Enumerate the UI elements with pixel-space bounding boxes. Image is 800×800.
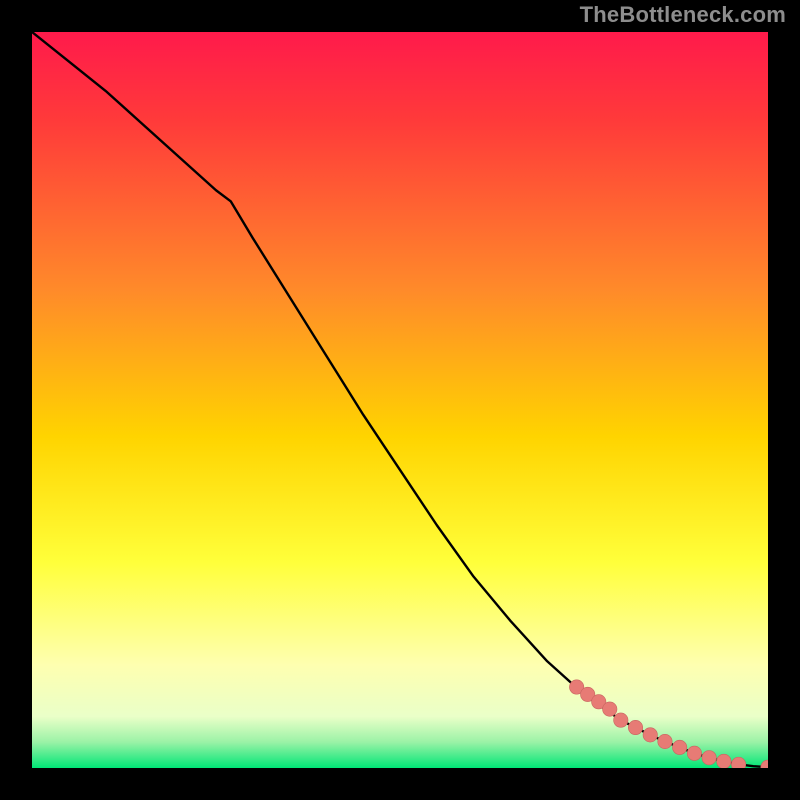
data-point	[717, 754, 731, 768]
watermark-label: TheBottleneck.com	[580, 2, 786, 28]
chart-svg	[32, 32, 768, 768]
data-point	[643, 728, 657, 742]
plot-area	[32, 32, 768, 768]
gradient-background	[32, 32, 768, 768]
data-point	[687, 746, 701, 760]
chart-frame: TheBottleneck.com	[0, 0, 800, 800]
data-point	[614, 713, 628, 727]
data-point	[672, 740, 686, 754]
data-point	[702, 751, 716, 765]
data-point	[658, 734, 672, 748]
data-point	[628, 720, 642, 734]
data-point	[603, 702, 617, 716]
